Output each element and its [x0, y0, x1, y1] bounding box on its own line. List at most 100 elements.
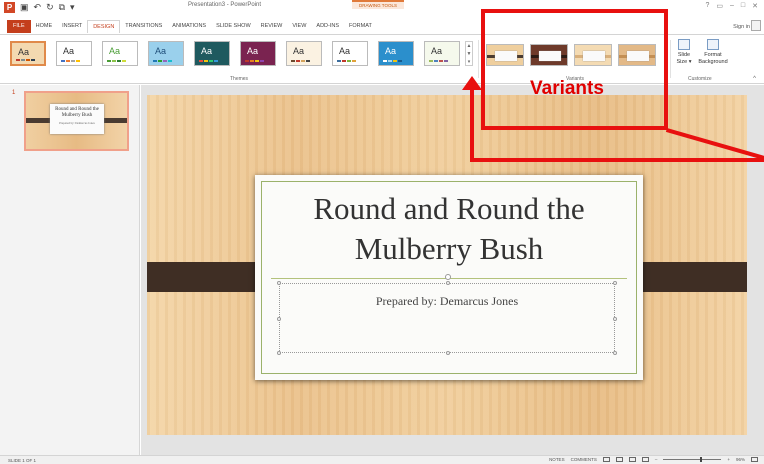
- title-card: Round and Round the Mulberry Bush Prepar…: [255, 175, 643, 380]
- tab-review[interactable]: REVIEW: [256, 20, 288, 33]
- zoom-level[interactable]: 96%: [736, 457, 745, 462]
- format-background-button[interactable]: Format Background: [698, 39, 728, 66]
- zoom-out-icon[interactable]: –: [655, 457, 658, 462]
- resize-handle[interactable]: [446, 351, 450, 355]
- resize-handle[interactable]: [613, 317, 617, 321]
- group-divider: [670, 40, 671, 78]
- callout-arrow-line: [470, 158, 764, 162]
- resize-handle[interactable]: [277, 281, 281, 285]
- close-icon[interactable]: ✕: [752, 2, 758, 10]
- tab-slide-show[interactable]: SLIDE SHOW: [211, 20, 256, 33]
- thumbnail-subtitle: Prepared by: Demarcus Jones: [59, 121, 95, 125]
- sign-in-link[interactable]: Sign in: [733, 24, 750, 30]
- theme-thumbnail[interactable]: Aa: [194, 41, 230, 66]
- theme-sample-text: Aa: [18, 47, 30, 57]
- slide-size-icon: [678, 39, 690, 50]
- slide-thumbnail-pane: 1 Round and Round the Mulberry Bush Prep…: [0, 85, 140, 455]
- theme-sample-text: Aa: [201, 46, 213, 56]
- notes-button[interactable]: NOTES: [549, 457, 565, 462]
- customize-qat-icon[interactable]: ▾: [70, 2, 75, 13]
- themes-scroll-more-icon[interactable]: ▲ ▼ ▾: [465, 41, 473, 66]
- zoom-slider-thumb[interactable]: [700, 457, 703, 462]
- theme-thumbnail[interactable]: Aa: [102, 41, 138, 66]
- maximize-icon[interactable]: □: [741, 2, 745, 10]
- resize-handle[interactable]: [277, 317, 281, 321]
- theme-sample-text: Aa: [155, 46, 167, 56]
- thumbnail-title-card: Round and Round the Mulberry Bush Prepar…: [50, 104, 104, 134]
- theme-thumbnail[interactable]: Aa: [332, 41, 368, 66]
- theme-thumbnail[interactable]: Aa: [378, 41, 414, 66]
- tab-design[interactable]: DESIGN: [87, 20, 121, 33]
- theme-color-swatches: [153, 60, 172, 62]
- window-controls: ? ▭ – □ ✕: [705, 2, 758, 10]
- status-controls: NOTES COMMENTS – + 96%: [549, 457, 758, 462]
- rotate-handle[interactable]: [445, 274, 451, 280]
- minimize-icon[interactable]: –: [730, 2, 734, 10]
- theme-sample-text: Aa: [63, 46, 75, 56]
- save-icon[interactable]: ▣: [20, 2, 29, 13]
- resize-handle[interactable]: [613, 281, 617, 285]
- help-icon[interactable]: ?: [705, 2, 709, 10]
- theme-sample-text: Aa: [293, 46, 305, 56]
- theme-color-swatches: [291, 60, 310, 62]
- undo-icon[interactable]: ↶: [34, 2, 42, 13]
- slide-size-button[interactable]: Slide Size ▾: [674, 39, 694, 66]
- redo-icon[interactable]: ↻: [46, 2, 54, 13]
- status-bar: SLIDE 1 OF 1 NOTES COMMENTS – + 96%: [0, 455, 764, 464]
- tab-file[interactable]: FILE: [7, 20, 31, 33]
- theme-color-swatches: [199, 60, 218, 62]
- tab-insert[interactable]: INSERT: [57, 20, 87, 33]
- resize-handle[interactable]: [613, 351, 617, 355]
- drawing-tools-context-label: DRAWING TOOLS: [352, 0, 404, 9]
- powerpoint-logo-icon: P: [4, 2, 15, 13]
- group-divider: [478, 40, 479, 78]
- theme-color-swatches: [61, 60, 80, 62]
- slide-thumbnail[interactable]: Round and Round the Mulberry Bush Prepar…: [24, 91, 129, 151]
- zoom-in-icon[interactable]: +: [727, 457, 730, 462]
- theme-thumbnail[interactable]: Aa: [148, 41, 184, 66]
- tab-home[interactable]: HOME: [31, 20, 58, 33]
- theme-color-swatches: [429, 60, 448, 62]
- slide-sorter-icon[interactable]: [615, 457, 623, 462]
- slide-title[interactable]: Round and Round the Mulberry Bush: [255, 189, 643, 269]
- theme-sample-text: Aa: [431, 46, 443, 56]
- theme-sample-text: Aa: [385, 46, 397, 56]
- theme-color-swatches: [245, 60, 264, 62]
- fit-to-window-icon[interactable]: [751, 457, 758, 462]
- theme-color-swatches: [16, 59, 35, 61]
- slide-counter: SLIDE 1 OF 1: [8, 458, 37, 463]
- slideshow-view-icon[interactable]: [641, 457, 649, 462]
- slide-number: 1: [12, 90, 16, 96]
- window-title: Presentation3 - PowerPoint: [188, 2, 262, 8]
- resize-handle[interactable]: [446, 281, 450, 285]
- tab-view[interactable]: VIEW: [287, 20, 311, 33]
- resize-handle[interactable]: [277, 351, 281, 355]
- start-from-beginning-icon[interactable]: ⧉: [59, 2, 65, 13]
- tab-animations[interactable]: ANIMATIONS: [167, 20, 211, 33]
- avatar[interactable]: [751, 20, 761, 31]
- collapse-ribbon-icon[interactable]: ^: [753, 76, 756, 82]
- theme-thumbnail[interactable]: Aa: [286, 41, 322, 66]
- slide-subtitle[interactable]: Prepared by: Demarcus Jones: [280, 294, 614, 309]
- subtitle-placeholder[interactable]: Prepared by: Demarcus Jones: [277, 274, 617, 355]
- normal-view-icon[interactable]: [602, 457, 610, 462]
- theme-thumbnail[interactable]: Aa: [240, 41, 276, 66]
- theme-sample-text: Aa: [247, 46, 259, 56]
- callout-arrowhead: [462, 76, 482, 90]
- zoom-slider[interactable]: [663, 457, 722, 462]
- slide-canvas[interactable]: Round and Round the Mulberry Bush Prepar…: [147, 95, 747, 435]
- theme-thumbnail[interactable]: Aa: [56, 41, 92, 66]
- tab-format[interactable]: FORMAT: [344, 20, 377, 33]
- theme-sample-text: Aa: [109, 46, 121, 56]
- theme-thumbnail[interactable]: Aa: [10, 41, 46, 66]
- reading-view-icon[interactable]: [628, 457, 636, 462]
- format-background-icon: [707, 39, 719, 50]
- comments-button[interactable]: COMMENTS: [571, 457, 597, 462]
- wood-band-left: [147, 262, 267, 292]
- tab-transitions[interactable]: TRANSITIONS: [120, 20, 167, 33]
- theme-color-swatches: [107, 60, 126, 62]
- tab-add-ins[interactable]: ADD-INS: [311, 20, 344, 33]
- thumbnail-title: Round and Round the Mulberry Bush: [55, 107, 99, 118]
- theme-thumbnail[interactable]: Aa: [424, 41, 460, 66]
- ribbon-display-options-icon[interactable]: ▭: [716, 2, 723, 10]
